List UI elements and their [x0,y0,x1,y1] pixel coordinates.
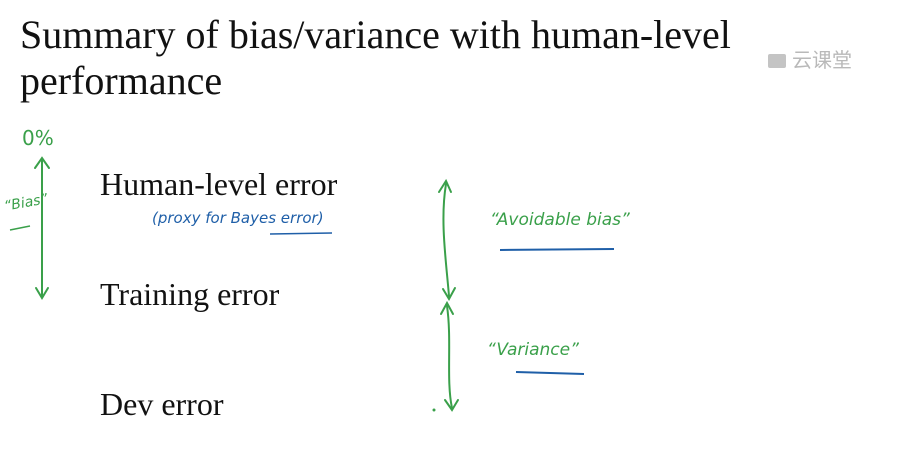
bayes-underline [269,232,333,235]
slide: Summary of bias/variance with human-leve… [0,0,924,453]
human-level-error-label: Human-level error [100,166,338,202]
variance-annotation: “Variance” [487,340,579,360]
variance-arrow [440,300,459,412]
bias-annotation: “Bias” [2,191,49,215]
avoidable-bias-underline [499,248,615,251]
bias-underline [9,225,31,231]
zero-percent-annotation: 0% [22,126,54,150]
proxy-bayes-annotation: (proxy for Bayes error) [152,209,324,227]
watermark: 云课堂 [768,44,852,73]
variance-underline [515,371,585,375]
left-bias-arrow [34,156,50,300]
ink-dot [432,408,436,412]
avoidable-bias-arrow [438,178,456,302]
dev-error-label: Dev error [100,386,224,422]
training-error-label: Training error [100,276,280,312]
watermark-logo-icon [768,54,786,68]
watermark-text: 云课堂 [792,48,852,72]
avoidable-bias-annotation: “Avoidable bias” [490,210,630,230]
